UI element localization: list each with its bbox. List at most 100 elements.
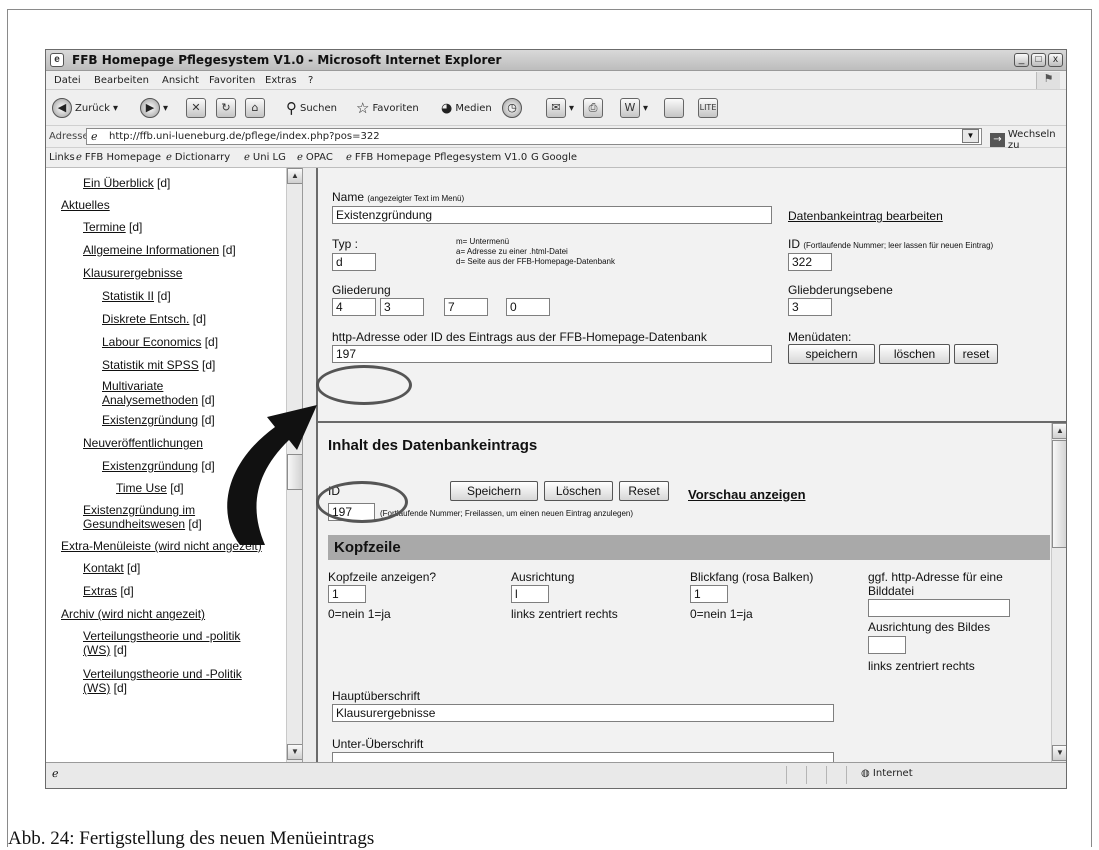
ebene-input[interactable]: 3 (788, 298, 832, 316)
haupt-input[interactable]: Klausurergebnisse (332, 704, 834, 722)
nav-item[interactable]: Statistik II [d] (102, 289, 171, 303)
nav-item[interactable]: Labour Economics [d] (102, 335, 218, 349)
scroll-up-icon[interactable]: ▲ (1052, 423, 1066, 439)
scroll-down-icon[interactable]: ▼ (287, 744, 302, 760)
gliederung-input-1[interactable]: 4 (332, 298, 376, 316)
internet-zone: ◍ Internet (861, 768, 913, 779)
nav-item[interactable]: Klausurergebnisse (83, 266, 182, 280)
link-uni-lg[interactable]: ℯ Uni LG (244, 152, 286, 163)
page-icon: ℯ (91, 130, 98, 143)
edit-word-button[interactable]: W ▾ (620, 97, 648, 119)
favorites-label: Favoriten (372, 102, 419, 114)
nav-item[interactable]: Existenzgründung im Gesundheitswesen [d] (83, 503, 202, 531)
search-label: Suchen (300, 102, 338, 114)
nav-item[interactable]: Time Use [d] (116, 481, 184, 495)
nav-item[interactable]: Kontakt [d] (83, 561, 140, 575)
nav-item[interactable]: Archiv (wird nicht angezeit) (61, 607, 205, 621)
scroll-down-icon[interactable]: ▼ (1052, 745, 1066, 761)
ausrichtung-input[interactable]: l (511, 585, 549, 603)
edit-dropdown-icon: ▾ (643, 102, 649, 114)
nav-item[interactable]: Diskrete Entsch. [d] (102, 312, 206, 326)
id-label: ID (Fortlaufende Nummer; leer lassen für… (788, 237, 994, 251)
nav-item[interactable]: Multivariate Analysemethoden [d] (102, 379, 215, 407)
scroll-up-icon[interactable]: ▲ (287, 168, 302, 184)
nav-item[interactable]: Aktuelles (61, 198, 110, 212)
maximize-button[interactable]: □ (1031, 53, 1046, 67)
preview-link[interactable]: Vorschau anzeigen (688, 487, 806, 502)
gliederung-input-3[interactable]: 7 (444, 298, 488, 316)
content-reset-button[interactable]: Reset (619, 481, 669, 501)
nav-item[interactable]: Allgemeine Informationen [d] (83, 243, 236, 257)
http-label: http-Adresse oder ID des Eintrags aus de… (332, 330, 707, 344)
history-button[interactable]: ◷ (502, 97, 522, 119)
nav-item[interactable]: Extras [d] (83, 584, 134, 598)
gliederung-input-2[interactable]: 3 (380, 298, 424, 316)
favorites-button[interactable]: ☆ Favoriten (356, 97, 419, 119)
home-icon: ⌂ (245, 98, 265, 118)
bildausr-input[interactable] (868, 636, 906, 654)
reset-button[interactable]: reset (954, 344, 998, 364)
nav-item[interactable]: Ein Überblick [d] (83, 176, 170, 190)
id-input[interactable]: 322 (788, 253, 832, 271)
link-ffb-homepage[interactable]: ℯ FFB Homepage (76, 152, 161, 163)
menu-extras[interactable]: Extras (265, 75, 297, 86)
content-speichern-button[interactable]: Speichern (450, 481, 538, 501)
refresh-button[interactable]: ↻ (216, 97, 236, 119)
address-dropdown-button[interactable]: ▼ (962, 129, 979, 143)
google-icon: G (531, 152, 539, 163)
menu-help[interactable]: ? (308, 75, 313, 86)
figure-caption: Abb. 24: Fertigstellung des neuen Menüei… (8, 828, 375, 849)
messenger-button[interactable]: LITE (698, 97, 718, 119)
name-input[interactable]: Existenzgründung (332, 206, 772, 224)
media-icon: ◕ (441, 100, 453, 116)
blickfang-input[interactable]: 1 (690, 585, 728, 603)
scroll-thumb[interactable] (1052, 440, 1066, 548)
http-input[interactable]: 197 (332, 345, 772, 363)
nav-item[interactable]: Existenzgründung [d] (102, 459, 215, 473)
links-label: Links (49, 152, 75, 163)
menu-favoriten[interactable]: Favoriten (209, 75, 255, 86)
haupt-label: Hauptüberschrift (332, 689, 421, 703)
minimize-button[interactable]: _ (1014, 53, 1029, 67)
nav-item[interactable]: Termine [d] (83, 220, 142, 234)
loeschen-button[interactable]: löschen (879, 344, 950, 364)
print-button[interactable]: ⎙ (583, 97, 603, 119)
nav-item[interactable]: Existenzgründung [d] (102, 413, 215, 427)
gliederung-label: Gliederung (332, 283, 391, 297)
typ-input[interactable]: d (332, 253, 376, 271)
link-opac[interactable]: ℯ OPAC (297, 152, 333, 163)
media-button[interactable]: ◕ Medien (441, 97, 492, 119)
globe-icon: ◍ (861, 768, 870, 779)
db-edit-link[interactable]: Datenbankeintrag bearbeiten (788, 209, 943, 223)
speichern-button[interactable]: speichern (788, 344, 875, 364)
menu-datei[interactable]: Datei (54, 75, 81, 86)
history-icon: ◷ (502, 98, 522, 118)
address-input[interactable]: ℯ http://ffb.uni-lueneburg.de/pflege/ind… (86, 128, 982, 145)
back-button[interactable]: ◀ Zurück ▾ (52, 97, 118, 119)
menu-bearbeiten[interactable]: Bearbeiten (94, 75, 149, 86)
link-google[interactable]: G Google (531, 152, 577, 163)
home-button[interactable]: ⌂ (245, 97, 265, 119)
kopf-help: 0=nein 1=ja (328, 607, 391, 621)
link-pflegesystem[interactable]: ℯ FFB Homepage Pflegesystem V1.0 (346, 152, 527, 163)
toolbar: ◀ Zurück ▾ ▶ ▾ ✕ ↻ ⌂ ⚲ Suchen ☆ Favorite… (46, 90, 1066, 126)
kopf-input[interactable]: 1 (328, 585, 366, 603)
close-button[interactable]: x (1048, 53, 1063, 67)
nav-item[interactable]: Verteilungstheorie und -politik (WS) [d] (83, 629, 240, 657)
content-scrollbar[interactable]: ▲ ▼ (1051, 423, 1066, 762)
search-button[interactable]: ⚲ Suchen (286, 97, 337, 119)
mail-button[interactable]: ✉ ▾ (546, 97, 574, 119)
forward-button[interactable]: ▶ ▾ (140, 97, 168, 119)
nav-item[interactable]: Verteilungstheorie und -Politik (WS) [d] (83, 667, 242, 695)
nav-item[interactable]: Statistik mit SPSS [d] (102, 358, 215, 372)
nav-item[interactable]: Neuveröffentlichungen (83, 436, 203, 450)
menu-ansicht[interactable]: Ansicht (162, 75, 199, 86)
stop-button[interactable]: ✕ (186, 97, 206, 119)
gliederung-input-4[interactable]: 0 (506, 298, 550, 316)
discuss-button[interactable] (664, 97, 684, 119)
link-dictionarry[interactable]: ℯ Dictionarry (166, 152, 230, 163)
unter-input[interactable] (332, 752, 834, 762)
forward-arrow-icon: ▶ (140, 98, 160, 118)
content-loeschen-button[interactable]: Löschen (544, 481, 613, 501)
bild-input[interactable] (868, 599, 1010, 617)
